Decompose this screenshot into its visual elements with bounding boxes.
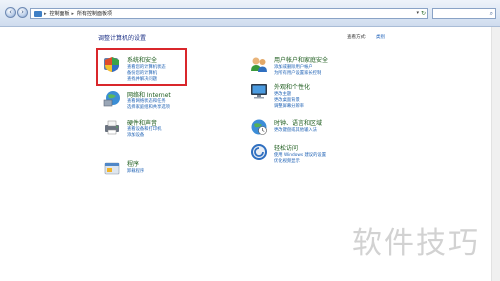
watermark-text: 软件技巧: [352, 226, 480, 261]
refresh-icon[interactable]: ↻: [421, 10, 426, 17]
category-link[interactable]: 卸载程序: [127, 168, 144, 174]
category-title[interactable]: 时钟、语言和区域: [274, 118, 322, 127]
control-panel-folder-icon: [34, 10, 42, 17]
view-by-label: 查看方式:: [347, 35, 367, 40]
breadcrumb-all-items[interactable]: 所有控制面板项: [77, 10, 112, 17]
programs-icon[interactable]: [103, 159, 121, 177]
ease-of-access-icon[interactable]: [250, 143, 268, 161]
address-bar[interactable]: ▸ 控制面板 ▸ 所有控制面板项 ▾ ↻: [30, 8, 428, 19]
breadcrumb-separator-icon: ▸: [44, 10, 47, 17]
chevron-down-icon[interactable]: ▾: [416, 10, 419, 16]
printer-icon[interactable]: [103, 118, 121, 136]
back-button[interactable]: ‹: [5, 7, 16, 18]
users-icon[interactable]: [250, 55, 268, 73]
forward-button[interactable]: ›: [17, 7, 28, 18]
navigation-bar: ‹ › ▸ 控制面板 ▸ 所有控制面板项 ▾ ↻ ⌕: [0, 0, 500, 27]
category-link[interactable]: 为所有用户设置家长控制: [274, 70, 321, 76]
page-title: 调整计算机的设置: [98, 35, 147, 42]
monitor-icon[interactable]: [250, 82, 268, 100]
breadcrumb-separator-icon: ▸: [71, 10, 75, 17]
category-title[interactable]: 用户帐户和家庭安全: [274, 55, 328, 64]
category-link[interactable]: 优化视频显示: [274, 158, 300, 164]
globe-network-icon[interactable]: [103, 90, 121, 108]
category-link[interactable]: 更改键盘或其他输入法: [274, 127, 317, 133]
search-input[interactable]: ⌕: [432, 8, 496, 19]
search-icon: ⌕: [489, 10, 493, 17]
category-link[interactable]: 调整屏幕分辨率: [274, 103, 304, 109]
category-title[interactable]: 外观和个性化: [274, 82, 310, 91]
clock-globe-icon[interactable]: [250, 118, 268, 136]
view-by-dropdown[interactable]: 类别: [376, 34, 385, 40]
category-link[interactable]: 选择家庭组和共享选项: [127, 104, 170, 110]
category-link[interactable]: 添加设备: [127, 132, 144, 138]
category-title[interactable]: 轻松访问: [274, 143, 298, 152]
breadcrumb-control-panel[interactable]: 控制面板: [50, 10, 70, 17]
vertical-scrollbar[interactable]: [491, 27, 500, 281]
highlight-box: [96, 48, 187, 86]
category-title[interactable]: 程序: [127, 159, 139, 168]
